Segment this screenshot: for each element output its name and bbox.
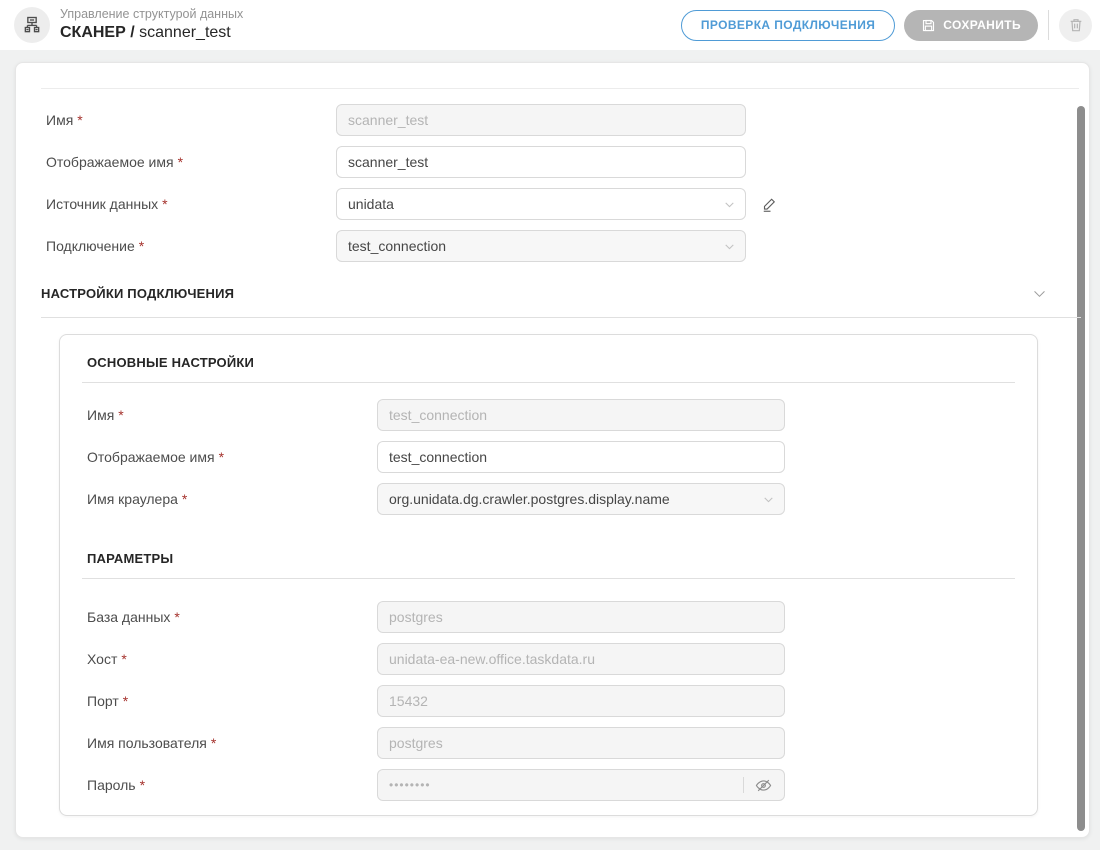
password-field: •••••••• — [377, 769, 785, 801]
connection-settings-card: ОСНОВНЫЕ НАСТРОЙКИ Имя* Отображаемое имя… — [59, 334, 1038, 816]
vertical-scrollbar[interactable] — [1077, 106, 1085, 831]
parameters-rows: База данных* Хост* Порт* Имя пользовател… — [82, 601, 1015, 801]
edit-datasource-button[interactable] — [758, 192, 780, 216]
password-masked-value: •••••••• — [389, 778, 737, 792]
floppy-icon — [921, 18, 936, 33]
connection-settings-title: НАСТРОЙКИ ПОДКЛЮЧЕНИЯ — [41, 286, 234, 301]
form-row-name: Имя* — [46, 104, 780, 136]
parameters-title: ПАРАМЕТРЫ — [82, 551, 1015, 579]
card-top-divider — [41, 88, 1079, 89]
toggle-password-visibility-button[interactable] — [753, 775, 773, 795]
display-name-label: Отображаемое имя* — [46, 154, 336, 170]
form-row-database: База данных* — [87, 601, 1015, 633]
username-label: Имя пользователя* — [87, 735, 377, 751]
form-row-crawler-name: Имя краулера* org.unidata.dg.crawler.pos… — [87, 483, 1015, 515]
form-row-conn-name: Имя* — [87, 399, 1015, 431]
page-title: СКАНЕР / scanner_test — [60, 23, 243, 42]
form-row-conn-display-name: Отображаемое имя* — [87, 441, 1015, 473]
connection-settings-section-header: НАСТРОЙКИ ПОДКЛЮЧЕНИЯ — [41, 285, 1081, 318]
form-row-username: Имя пользователя* — [87, 727, 1015, 759]
chevron-down-icon — [723, 198, 736, 214]
database-label: База данных* — [87, 609, 377, 625]
top-bar: Управление структурой данных СКАНЕР / sc… — [0, 0, 1100, 50]
name-label: Имя* — [46, 112, 336, 128]
connection-label: Подключение* — [46, 238, 336, 254]
datasource-select[interactable]: unidata — [336, 188, 746, 220]
form-row-display-name: Отображаемое имя* — [46, 146, 780, 178]
connection-select[interactable]: test_connection — [336, 230, 746, 262]
actions-divider — [1048, 10, 1049, 40]
page-title-entity: СКАНЕР / — [60, 24, 135, 41]
password-label: Пароль* — [87, 777, 377, 793]
trash-icon — [1068, 17, 1084, 33]
pencil-underline-icon — [760, 195, 778, 214]
breadcrumb: Управление структурой данных — [60, 7, 243, 22]
datasource-value: unidata — [348, 196, 715, 212]
header-actions: ПРОВЕРКА ПОДКЛЮЧЕНИЯ СОХРАНИТЬ — [681, 9, 1092, 42]
display-name-field[interactable] — [336, 146, 746, 178]
data-structure-icon — [14, 7, 50, 43]
port-field — [377, 685, 785, 717]
delete-button[interactable] — [1059, 9, 1092, 42]
crawler-name-label: Имя краулера* — [87, 491, 377, 507]
form-row-host: Хост* — [87, 643, 1015, 675]
form-row-datasource: Источник данных* unidata — [46, 188, 780, 220]
check-connection-button[interactable]: ПРОВЕРКА ПОДКЛЮЧЕНИЯ — [681, 10, 895, 41]
form-row-port: Порт* — [87, 685, 1015, 717]
name-field — [336, 104, 746, 136]
crawler-name-value: org.unidata.dg.crawler.postgres.display.… — [389, 491, 754, 507]
scanner-card: Имя* Отображаемое имя* Источник данных* … — [15, 62, 1090, 838]
conn-display-name-label: Отображаемое имя* — [87, 449, 377, 465]
form-row-password: Пароль* •••••••• — [87, 769, 1015, 801]
password-field-divider — [743, 777, 744, 793]
chevron-down-icon — [762, 493, 775, 509]
chevron-down-icon — [723, 240, 736, 256]
scanner-form: Имя* Отображаемое имя* Источник данных* … — [46, 104, 780, 272]
datasource-label: Источник данных* — [46, 196, 336, 212]
form-row-connection: Подключение* test_connection — [46, 230, 780, 262]
crawler-name-select[interactable]: org.unidata.dg.crawler.postgres.display.… — [377, 483, 785, 515]
host-label: Хост* — [87, 651, 377, 667]
collapse-chevron-icon[interactable] — [1031, 285, 1048, 307]
page-title-name: scanner_test — [139, 24, 231, 41]
eye-slash-icon — [755, 777, 772, 794]
scanner-settings-page: { "misc": { "required_mark": "*" }, "col… — [0, 0, 1100, 850]
save-button[interactable]: СОХРАНИТЬ — [904, 10, 1038, 41]
basic-settings-title: ОСНОВНЫЕ НАСТРОЙКИ — [82, 355, 1015, 383]
basic-settings-rows: Имя* Отображаемое имя* Имя краулера* org… — [82, 399, 1015, 515]
conn-display-name-field[interactable] — [377, 441, 785, 473]
conn-name-label: Имя* — [87, 407, 377, 423]
page-heading: Управление структурой данных СКАНЕР / sc… — [60, 7, 243, 42]
connection-value: test_connection — [348, 238, 715, 254]
conn-name-field — [377, 399, 785, 431]
database-field — [377, 601, 785, 633]
save-button-label: СОХРАНИТЬ — [943, 18, 1021, 32]
host-field — [377, 643, 785, 675]
port-label: Порт* — [87, 693, 377, 709]
username-field — [377, 727, 785, 759]
